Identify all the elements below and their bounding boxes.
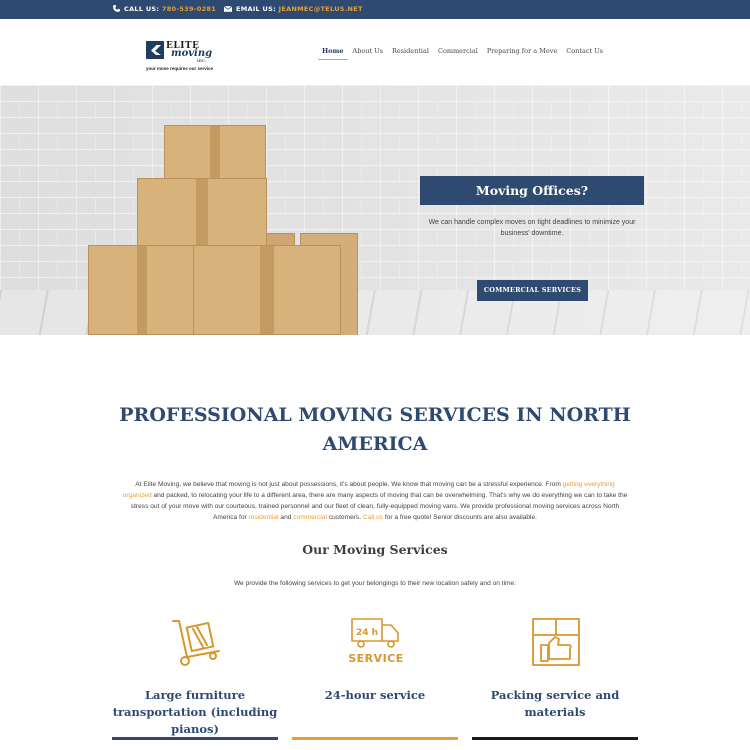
site-header: ELITE moving inc. your move requires our… (0, 19, 750, 85)
call-us-info[interactable]: CALL US: 780-539-0281 (113, 5, 216, 13)
hand-box-icon (532, 618, 580, 666)
nav-item-commercial[interactable]: Commercial (438, 47, 478, 60)
elite-moving-logo[interactable]: ELITE moving inc. your move requires our… (146, 41, 226, 75)
service-title-packing: Packing service and materials (490, 688, 620, 719)
logo-mark-icon (146, 41, 164, 59)
service-title-24-hour: 24-hour service (324, 688, 426, 702)
email-us-info[interactable]: EMAIL US: JEANMEC@TELUS.NET (223, 5, 363, 13)
email-address[interactable]: JEANMEC@TELUS.NET (279, 5, 363, 13)
residential-link[interactable]: residential (249, 514, 279, 521)
box-bottom-left (88, 245, 196, 335)
intro-text-3: and (278, 514, 294, 521)
nav-item-home[interactable]: Home (318, 47, 347, 60)
commercial-link[interactable]: commercial (293, 514, 327, 521)
hero-banner: Moving Offices? We can handle complex mo… (0, 85, 750, 335)
hero-text: We can handle complex moves on tight dea… (428, 219, 636, 237)
top-bar: CALL US: 780-539-0281 EMAIL US: JEANMEC@… (0, 0, 750, 19)
call-us-link[interactable]: Call us (363, 514, 383, 521)
box-middle (137, 178, 267, 248)
nav-item-about-us[interactable]: About Us (353, 47, 383, 60)
intro-text-1: At Elite Moving, we believe that moving … (135, 481, 563, 488)
nav-item-preparing-for-a-move[interactable]: Preparing for a Move (487, 47, 557, 60)
envelope-icon (223, 5, 233, 12)
nav-item-contact-us[interactable]: Contact Us (566, 47, 603, 60)
svg-text:SERVICE: SERVICE (349, 652, 403, 665)
svg-text:24 h: 24 h (356, 628, 378, 638)
logo-tagline: your move requires our service (146, 66, 214, 71)
intro-text-5: for a free quote! Senior discounts are a… (383, 514, 538, 521)
hero-title: Moving Offices? (420, 176, 644, 205)
box-top (164, 125, 266, 180)
call-label: CALL US: (124, 5, 160, 13)
logo-word-inc: inc. (197, 58, 207, 64)
intro-text-4: customers. (326, 514, 363, 521)
service-title-furniture: Large furniture transportation (includin… (112, 688, 278, 736)
box-bottom-right (193, 245, 341, 335)
main-nav: Home About Us Residential Commercial Pre… (318, 47, 603, 60)
service-bar-furniture (112, 737, 278, 740)
services-description: We provide the following services to get… (233, 580, 517, 587)
service-bar-24-hour (292, 737, 458, 740)
page-title: PROFESSIONAL MOVING SERVICES IN NORTH AM… (119, 404, 631, 455)
commercial-services-button[interactable]: COMMERCIAL SERVICES (477, 280, 588, 301)
intro-paragraph: At Elite Moving, we believe that moving … (121, 479, 629, 523)
email-label: EMAIL US: (236, 5, 277, 13)
hand-truck-icon (172, 620, 220, 666)
phone-number[interactable]: 780-539-0281 (162, 5, 216, 13)
nav-item-residential[interactable]: Residential (392, 47, 429, 60)
services-heading: Our Moving Services (302, 542, 448, 557)
phone-icon (113, 5, 120, 12)
24h-truck-icon: 24 h SERVICE (349, 618, 403, 665)
service-bar-packing (472, 737, 638, 740)
